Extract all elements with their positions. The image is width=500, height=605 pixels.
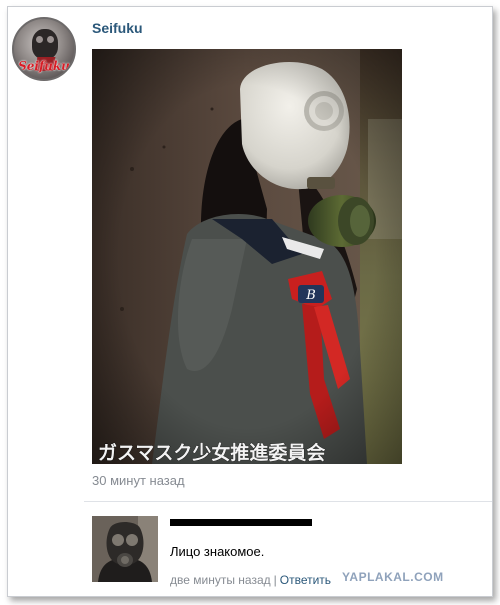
gas-mask-man-avatar-icon [92, 516, 158, 582]
post-timestamp[interactable]: 30 минут назад [92, 473, 185, 488]
comments-divider [84, 501, 492, 502]
avatar-mask-lens-left [36, 36, 43, 43]
comment-text: Лицо знакомое. [170, 544, 265, 559]
comment-timestamp[interactable]: две минуты назад [170, 573, 271, 587]
avatar-logo-text: Seifuku [18, 59, 70, 73]
commenter-avatar[interactable] [92, 516, 158, 582]
post-card: Seifuku Seifuku ガスマスク少女推進委員会 30 минут на… [7, 6, 493, 597]
author-avatar[interactable]: Seifuku [12, 17, 76, 81]
commenter-name-redacted [170, 519, 312, 526]
comment-meta: две минуты назад | Ответить [170, 573, 331, 587]
post-photo[interactable]: B ガスマスク少女推進委員会 [92, 49, 402, 464]
post-photo-image: B ガスマスク少女推進委員会 [92, 49, 402, 464]
site-watermark: YAPLAKAL.COM [342, 570, 444, 584]
post-author-link[interactable]: Seifuku [92, 20, 143, 36]
comment-meta-separator: | [273, 573, 277, 587]
photo-overlay-text: ガスマスク少女推進委員会 [98, 441, 325, 464]
avatar-mask-lens-right [47, 36, 54, 43]
reply-link[interactable]: Ответить [280, 573, 331, 587]
avatar-gas-mask-icon [32, 29, 58, 59]
